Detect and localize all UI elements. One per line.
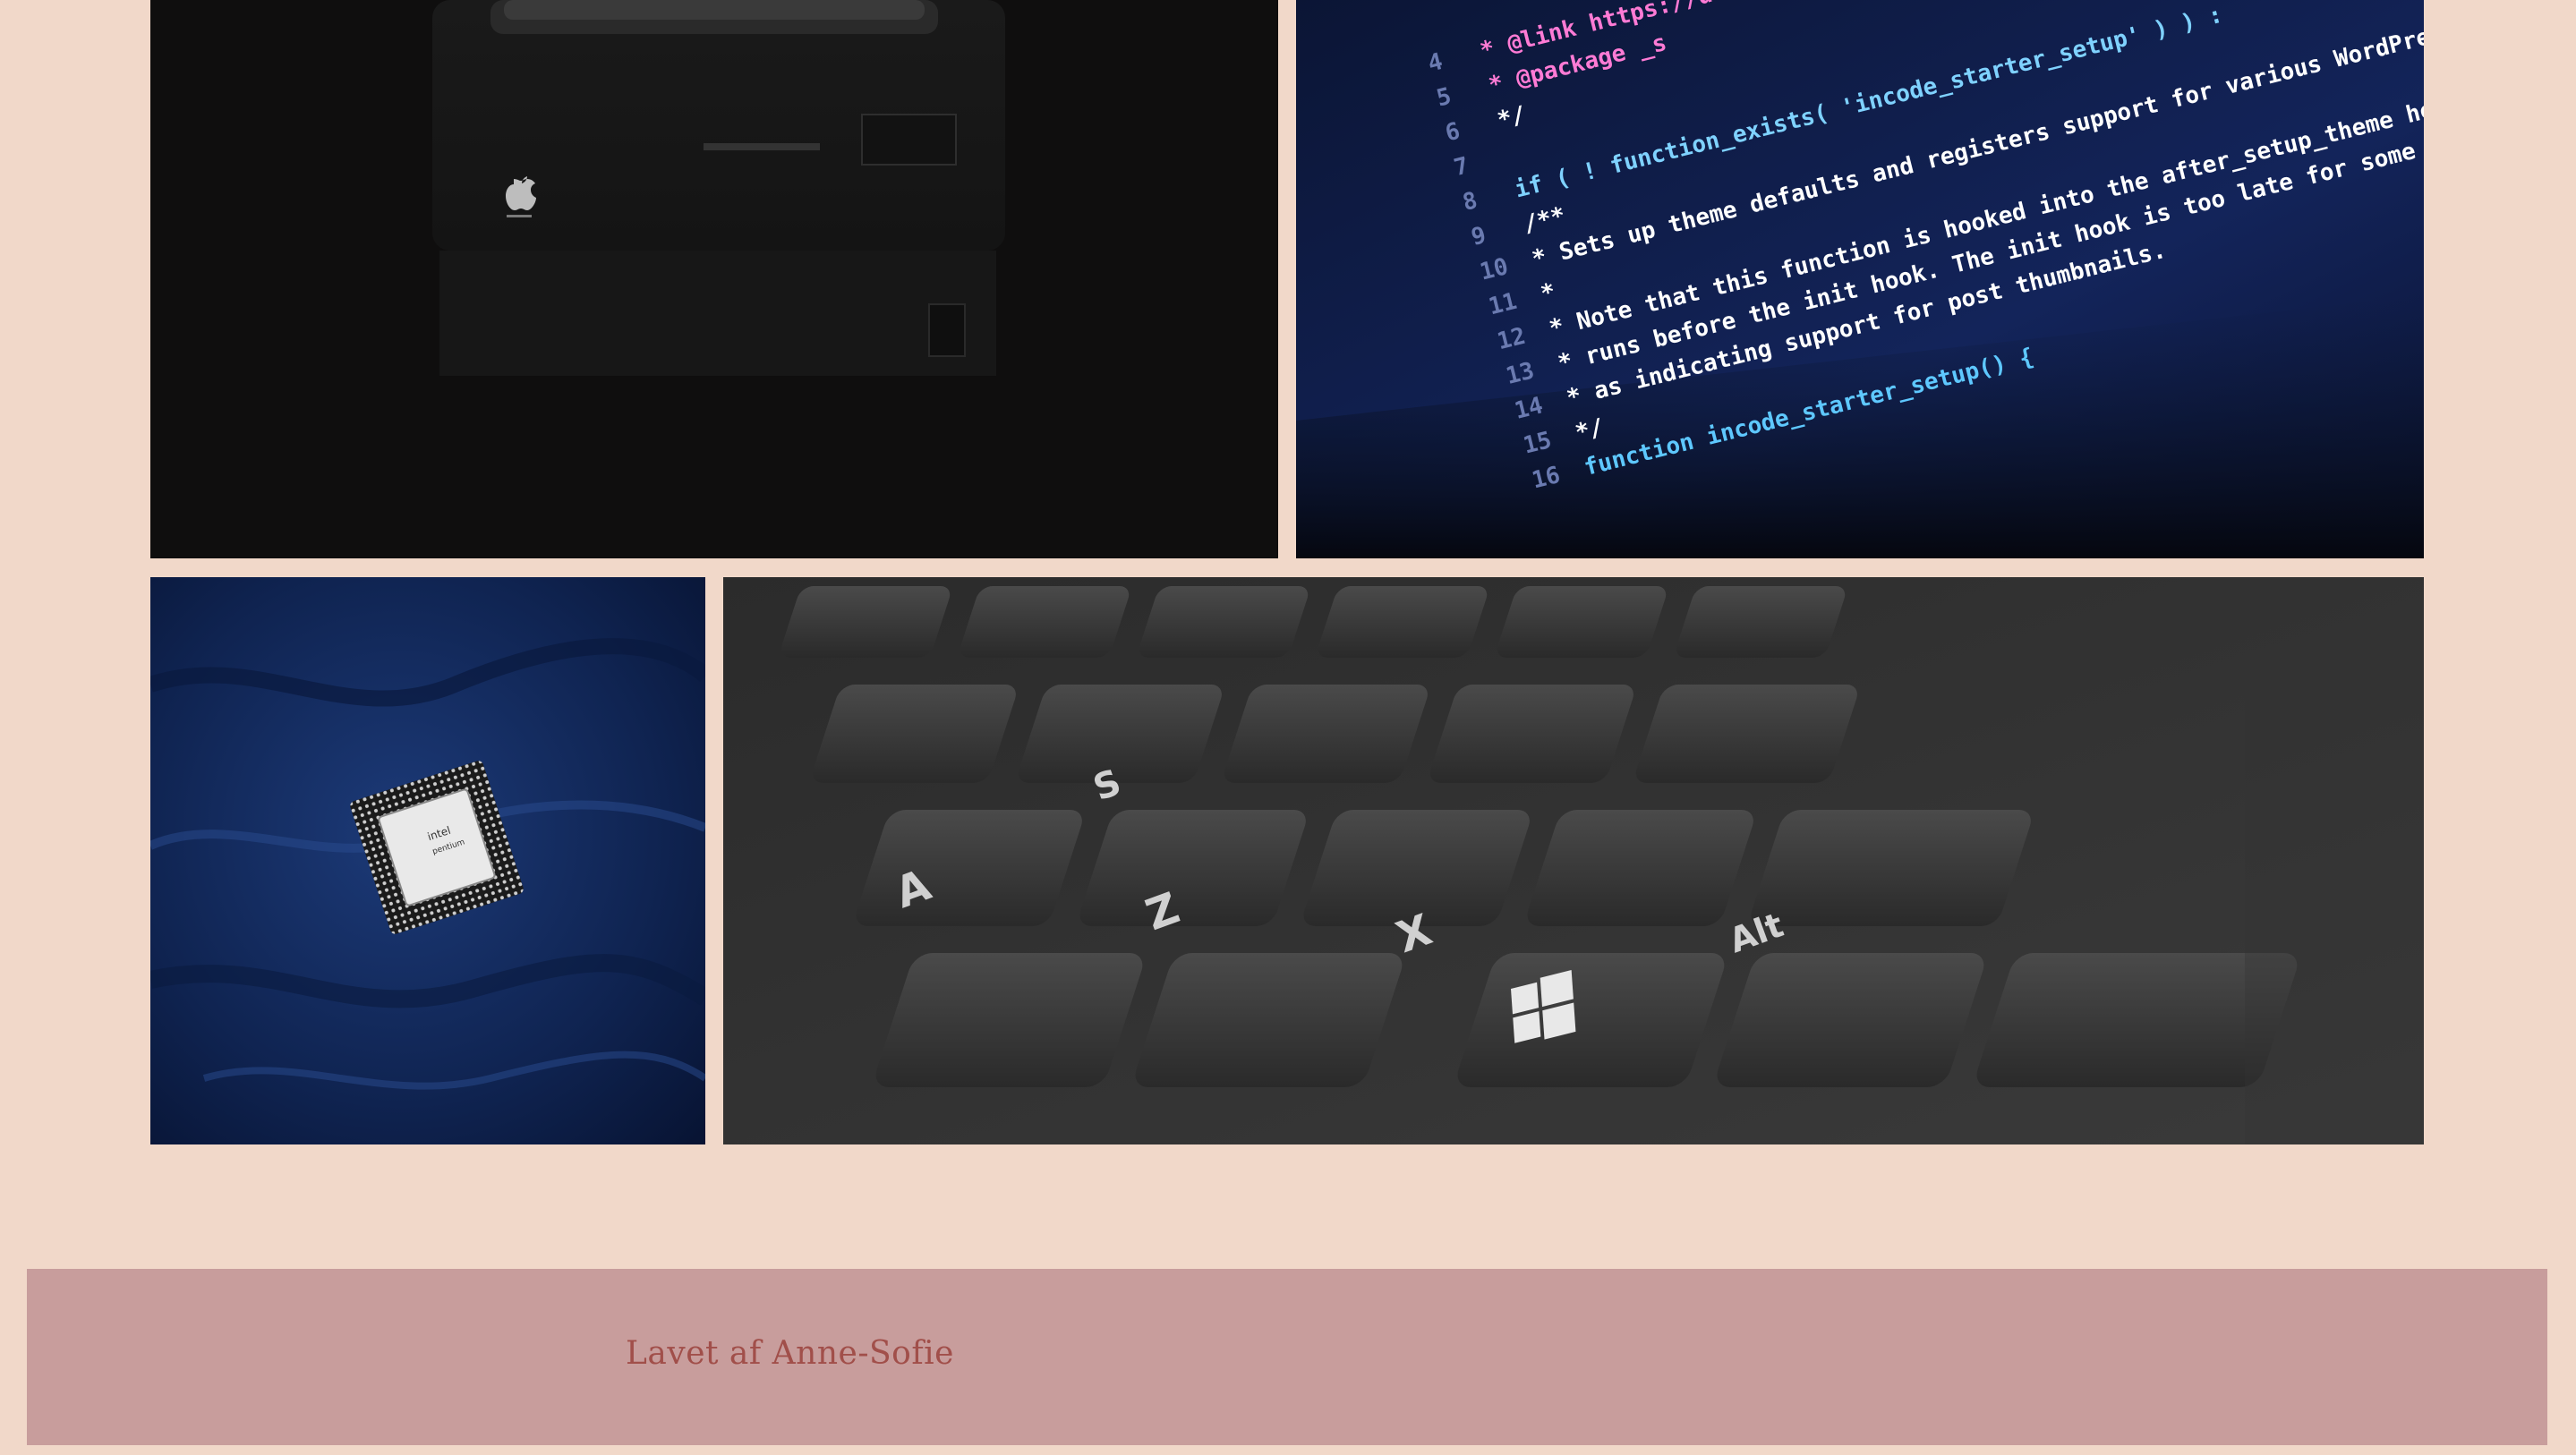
gallery-image-code[interactable]: 4* @link https://de...5* @package _s6*/7…	[1296, 0, 2424, 558]
gallery-image-keyboard[interactable]: A Z X S Alt	[723, 577, 2424, 1144]
gallery-image-cpu-chip[interactable]: intel pentium	[150, 577, 705, 1144]
retro-mac-photo	[150, 0, 1278, 558]
code-editor-photo: 4* @link https://de...5* @package _s6*/7…	[1296, 0, 2424, 558]
footer-credit: Lavet af Anne-Sofie	[626, 1335, 954, 1372]
site-footer: Lavet af Anne-Sofie	[27, 1269, 2547, 1445]
keyboard-photo: A Z X S Alt	[723, 577, 2424, 1144]
gallery-image-retro-mac[interactable]	[150, 0, 1278, 558]
cpu-chip-photo: intel pentium	[150, 577, 705, 1144]
